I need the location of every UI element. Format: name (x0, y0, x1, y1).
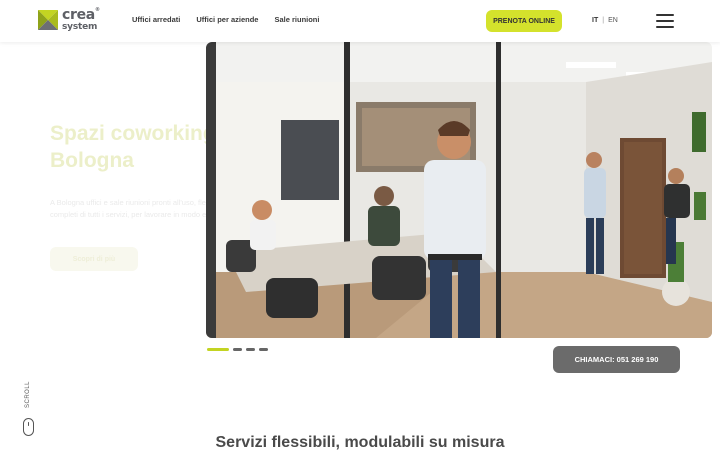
lang-it[interactable]: IT (592, 17, 598, 24)
scroll-label: SCROLL (25, 380, 31, 408)
call-button[interactable]: CHIAMACI: 051 269 190 (553, 346, 680, 373)
hero-cta-button[interactable]: Scopri di più (50, 247, 138, 271)
logo[interactable]: crea® system (38, 7, 108, 33)
section-title-text: Servizi flessibili, modulabili su misura (215, 434, 505, 450)
language-switcher: IT | EN (592, 17, 618, 24)
slider-dot-3[interactable] (246, 348, 255, 351)
section-title: Servizi flessibili, modulabili su misura (0, 434, 720, 450)
main-nav: Uffici arredati Uffici per aziende Sale … (132, 15, 319, 24)
office-photo (206, 42, 712, 338)
slider-dot-4[interactable] (259, 348, 268, 351)
logo-subtext: system (62, 22, 98, 32)
slider-dot-1[interactable] (207, 348, 229, 351)
logo-mark-icon (38, 10, 58, 30)
nav-uffici-aziende[interactable]: Uffici per aziende (196, 15, 258, 24)
nav-uffici-arredati[interactable]: Uffici arredati (132, 15, 180, 24)
lang-separator: | (602, 17, 605, 24)
slider-dot-2[interactable] (233, 348, 242, 351)
nav-sale-riunioni[interactable]: Sale riunioni (274, 15, 319, 24)
lang-en[interactable]: EN (608, 17, 618, 24)
hamburger-menu-icon[interactable] (656, 14, 674, 28)
hero-image (206, 42, 712, 338)
book-online-button[interactable]: PRENOTA ONLINE (486, 10, 562, 32)
logo-text: crea® (62, 7, 100, 23)
site-header: crea® system Uffici arredati Uffici per … (0, 0, 720, 42)
slider-dots (207, 348, 268, 351)
